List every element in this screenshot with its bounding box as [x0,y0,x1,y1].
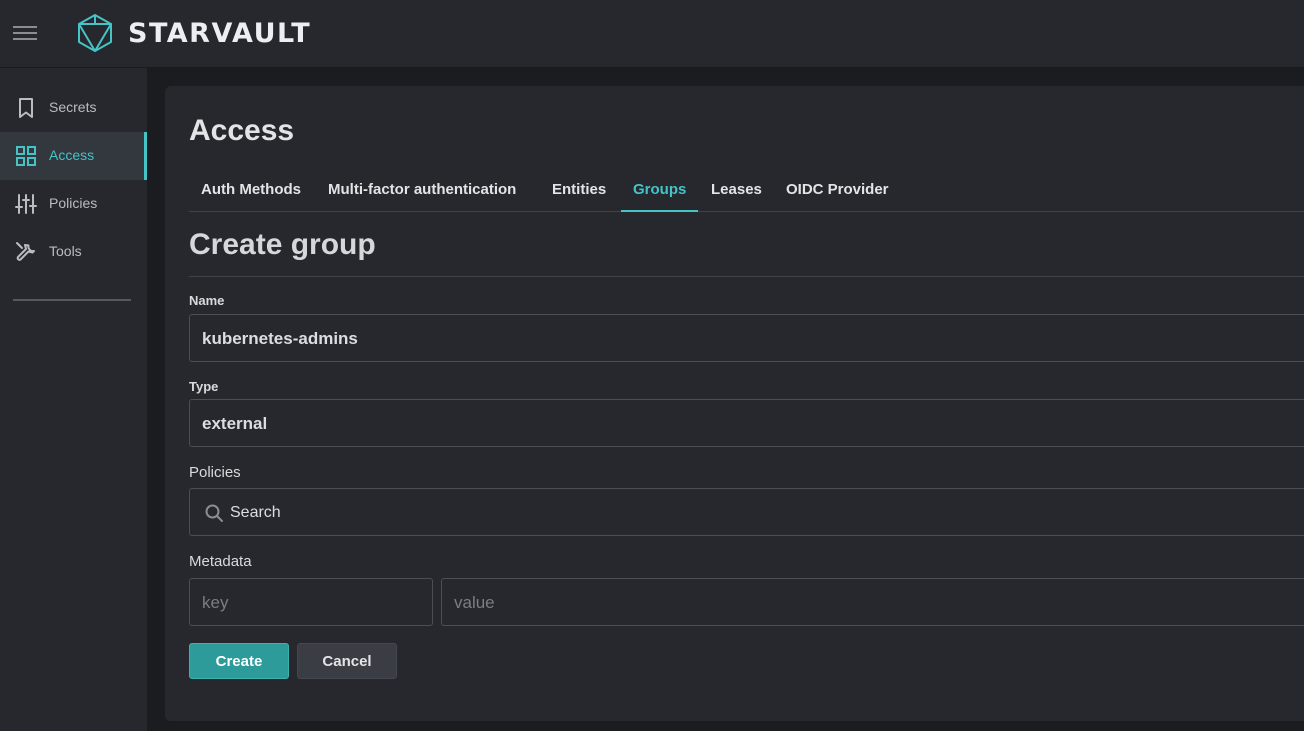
search-icon [205,504,223,522]
hamburger-icon[interactable] [13,26,37,42]
sidebar-item-label: Access [49,147,95,163]
sidebar-item-access[interactable]: Access [0,132,147,180]
key-placeholder: key [202,593,229,612]
tab-auth-methods[interactable]: Auth Methods [201,181,301,212]
policies-label: Policies [189,464,241,481]
policies-search-input[interactable]: Search [189,488,1304,536]
bookmark-icon [19,98,33,118]
sidebar-item-tools[interactable]: Tools [0,228,147,276]
tab-groups[interactable]: Groups [621,181,699,212]
sliders-icon [15,194,37,214]
metadata-label: Metadata [189,553,252,570]
name-field[interactable]: kubernetes-admins [189,314,1304,362]
cancel-button[interactable]: Cancel [297,643,397,679]
tab-oidc-provider[interactable]: OIDC Provider [786,181,889,212]
name-value: kubernetes-admins [202,329,358,348]
brand-name[interactable]: STARVAULT [128,18,311,49]
divider [189,276,1304,277]
sidebar-item-label: Tools [49,243,82,259]
wrench-icon [16,242,35,261]
sidebar-item-secrets[interactable]: Secrets [0,84,147,132]
page-title: Access [189,114,295,147]
type-value: external [202,414,268,433]
name-label: Name [189,293,225,308]
sidebar: Secrets Access Policies Tools [0,68,147,731]
metadata-key-input[interactable]: key [189,578,433,626]
cube-logo-icon[interactable] [77,13,113,53]
type-select[interactable]: external [189,399,1304,447]
tab-leases[interactable]: Leases [711,181,762,212]
type-label: Type [189,379,219,394]
value-placeholder: value [454,593,495,612]
grid-icon [16,146,36,166]
sidebar-item-label: Secrets [49,99,97,115]
top-bar: STARVAULT [0,0,1304,68]
search-placeholder: Search [230,504,281,521]
sidebar-item-label: Policies [49,195,98,211]
sidebar-divider [13,299,131,301]
tab-entities[interactable]: Entities [552,181,606,212]
sidebar-item-policies[interactable]: Policies [0,180,147,228]
create-button[interactable]: Create [189,643,289,679]
metadata-value-input[interactable]: value [441,578,1304,626]
main-panel: Access Auth Methods Multi-factor authent… [165,86,1304,721]
tab-multi-factor-authentication[interactable]: Multi-factor authentication [328,181,516,212]
tab-bar: Auth Methods Multi-factor authentication… [189,178,1304,212]
form-title: Create group [189,228,376,261]
